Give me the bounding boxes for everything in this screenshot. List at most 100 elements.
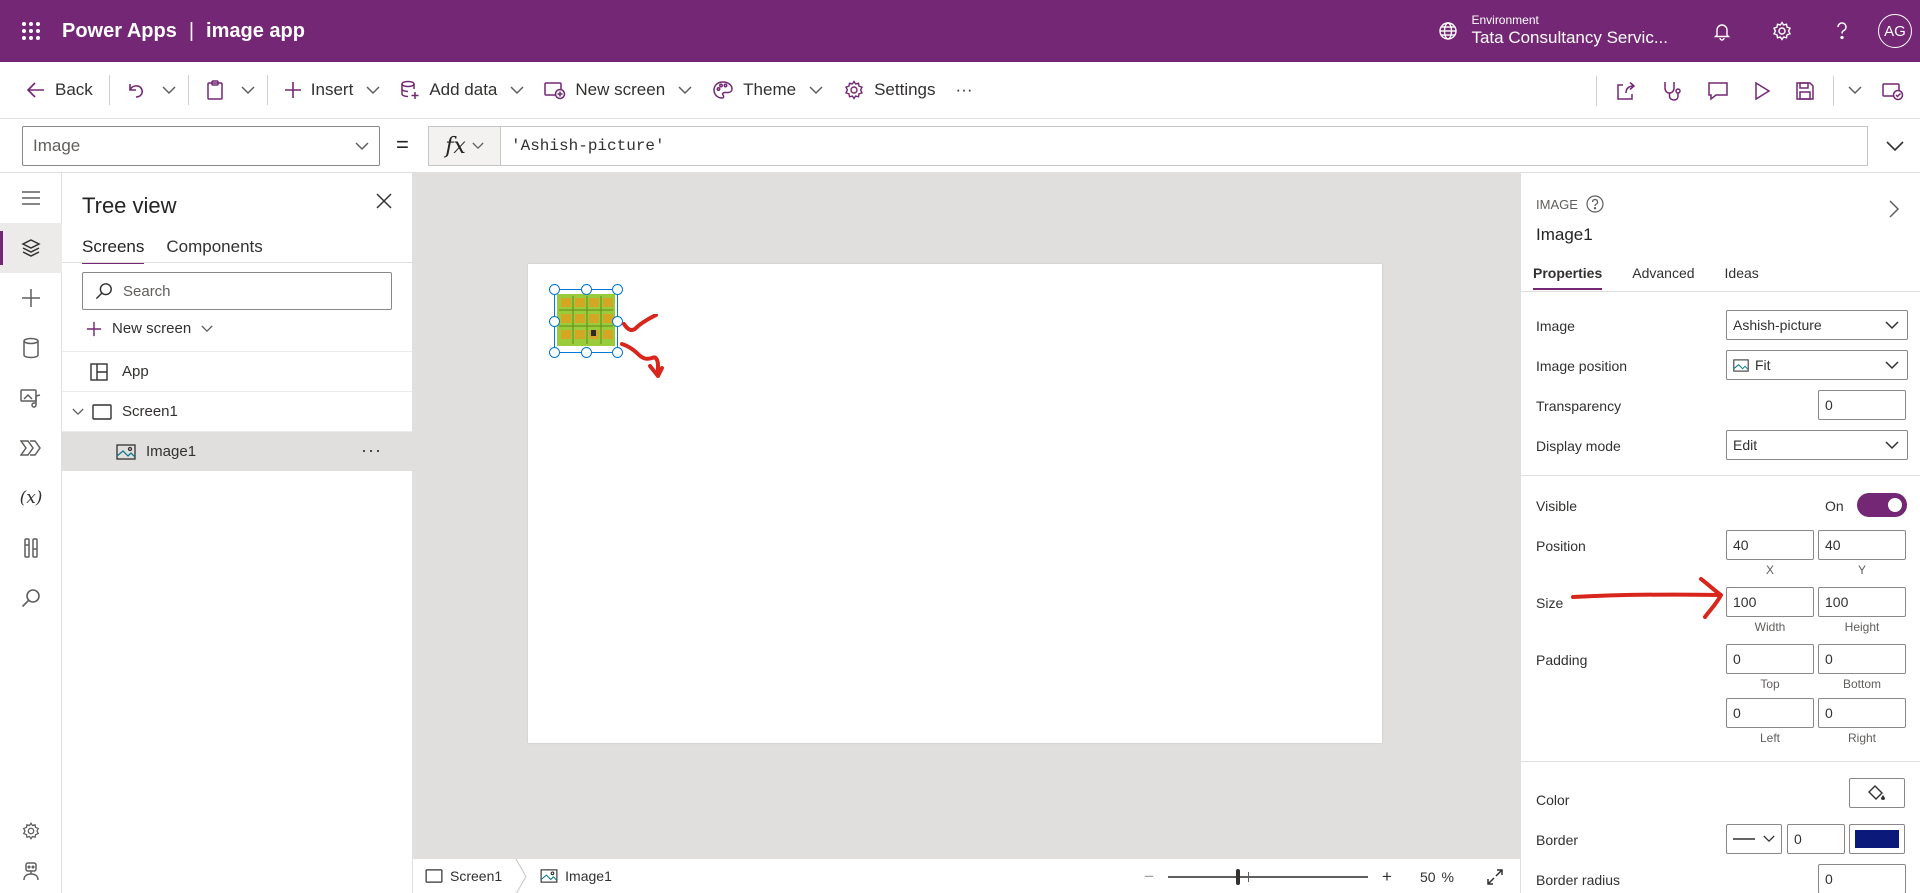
plus-icon	[284, 82, 301, 98]
height-input[interactable]: 100	[1818, 587, 1906, 617]
resize-handle[interactable]	[612, 316, 623, 327]
fx-button[interactable]: fx	[428, 126, 500, 166]
close-icon[interactable]	[376, 193, 392, 209]
preview-button[interactable]	[1741, 71, 1783, 111]
resize-handle[interactable]	[612, 284, 623, 295]
help-circle-icon[interactable]	[1586, 195, 1604, 213]
zoom-slider-tick	[1248, 871, 1250, 882]
settings-button[interactable]: Settings	[833, 70, 945, 110]
insert-button[interactable]: Insert	[274, 70, 391, 110]
breadcrumb-image1[interactable]: Image1	[528, 868, 624, 884]
save-menu-button[interactable]	[1840, 71, 1870, 111]
screen1-canvas[interactable]	[528, 264, 1382, 743]
tree-view-icon[interactable]	[0, 223, 62, 273]
app-checker-button[interactable]	[1649, 71, 1695, 111]
formula-input[interactable]: 'Ashish-picture'	[500, 126, 1868, 166]
settings-gear-icon[interactable]	[1752, 0, 1812, 62]
help-icon[interactable]	[1812, 0, 1872, 62]
insert-label: Insert	[310, 80, 354, 99]
border-color-swatch	[1855, 830, 1899, 848]
border-width-input[interactable]: 0	[1787, 824, 1845, 854]
image-property-dropdown[interactable]: Ashish-picture	[1726, 310, 1908, 340]
tab-components[interactable]: Components	[166, 237, 262, 264]
media-icon[interactable]	[0, 373, 62, 423]
resize-handle[interactable]	[549, 284, 560, 295]
resize-handle[interactable]	[612, 347, 623, 358]
publish-button[interactable]	[1870, 71, 1920, 111]
tree-item-screen1[interactable]: Screen1	[62, 391, 412, 431]
tab-properties[interactable]: Properties	[1533, 265, 1603, 290]
advanced-tools-icon[interactable]	[0, 523, 62, 573]
tree-search-input[interactable]: Search	[82, 272, 392, 310]
chevron-right-icon[interactable]	[1888, 199, 1900, 219]
environment-picker[interactable]: Environment Tata Consultancy Servic...	[1437, 14, 1668, 47]
data-cylinder-icon[interactable]	[0, 323, 62, 373]
tab-advanced[interactable]: Advanced	[1632, 265, 1694, 290]
padding-bottom-input[interactable]: 0	[1818, 644, 1906, 674]
transparency-input[interactable]: 0	[1818, 390, 1906, 420]
app-launcher-icon[interactable]	[0, 0, 62, 62]
border-style-dropdown[interactable]	[1726, 824, 1782, 854]
border-color-picker[interactable]	[1849, 824, 1905, 854]
tree-item-app[interactable]: App	[62, 351, 412, 391]
resize-handle[interactable]	[549, 316, 560, 327]
virtual-agent-icon[interactable]	[0, 846, 62, 893]
variables-icon[interactable]: (x)	[0, 473, 62, 523]
clipboard-icon	[207, 80, 223, 100]
undo-button[interactable]	[116, 70, 156, 110]
more-commands-button[interactable]: ···	[946, 70, 983, 110]
hamburger-menu-icon[interactable]	[0, 173, 62, 223]
screen-icon	[92, 403, 112, 420]
visible-toggle[interactable]	[1857, 493, 1907, 517]
zoom-slider[interactable]	[1168, 867, 1369, 887]
display-mode-dropdown[interactable]: Edit	[1726, 430, 1908, 460]
product-name[interactable]: Power Apps	[62, 20, 177, 43]
paste-button[interactable]	[195, 70, 235, 110]
zoom-in-button[interactable]: +	[1382, 867, 1392, 887]
share-button[interactable]	[1603, 71, 1649, 111]
padding-top-input[interactable]: 0	[1726, 644, 1814, 674]
new-screen-button[interactable]: New screen	[534, 70, 702, 110]
resize-handle[interactable]	[581, 284, 592, 295]
add-data-button[interactable]: Add data	[390, 70, 534, 110]
notifications-icon[interactable]	[1692, 0, 1752, 62]
padding-left-input[interactable]: 0	[1726, 698, 1814, 728]
insert-plus-icon[interactable]	[0, 273, 62, 323]
undo-menu-button[interactable]	[156, 70, 182, 110]
zoom-out-button[interactable]: −	[1144, 867, 1154, 887]
expand-formula-icon[interactable]	[1880, 133, 1910, 159]
property-dropdown[interactable]: Image	[22, 126, 380, 166]
user-avatar[interactable]: AG	[1878, 14, 1912, 48]
header-actions: Environment Tata Consultancy Servic... A…	[1437, 0, 1920, 62]
image-position-dropdown[interactable]: Fit	[1726, 350, 1908, 380]
power-automate-icon[interactable]	[0, 423, 62, 473]
color-picker[interactable]	[1849, 778, 1905, 808]
back-button[interactable]: Back	[16, 70, 103, 110]
width-input[interactable]: 100	[1726, 587, 1814, 617]
tree-new-screen-button[interactable]: New screen	[86, 320, 213, 337]
control-name[interactable]: Image1	[1536, 225, 1593, 245]
save-button[interactable]	[1783, 71, 1827, 111]
padding-right-input[interactable]: 0	[1818, 698, 1906, 728]
resize-handle[interactable]	[549, 347, 560, 358]
theme-button[interactable]: Theme	[702, 70, 833, 110]
chevron-down-icon	[1848, 86, 1862, 95]
more-options-button[interactable]: ···	[361, 440, 382, 461]
fit-to-window-icon[interactable]	[1486, 868, 1504, 886]
comments-button[interactable]	[1695, 71, 1741, 111]
tab-screens[interactable]: Screens	[82, 237, 145, 264]
position-y-input[interactable]: 40	[1818, 530, 1906, 560]
resize-handle[interactable]	[581, 347, 592, 358]
image-icon	[1733, 358, 1749, 372]
tab-ideas[interactable]: Ideas	[1725, 265, 1759, 290]
search-icon[interactable]	[0, 573, 62, 623]
image1-control[interactable]	[549, 284, 623, 358]
image-property-value: Ashish-picture	[1733, 317, 1822, 333]
breadcrumb-screen1[interactable]: Screen1	[413, 868, 514, 884]
paste-menu-button[interactable]	[235, 70, 261, 110]
position-x-input[interactable]: 40	[1726, 530, 1814, 560]
tree-item-image1[interactable]: Image1 ···	[62, 431, 412, 471]
app-name: image app	[206, 19, 305, 42]
zoom-slider-thumb[interactable]	[1236, 868, 1241, 885]
border-radius-input[interactable]: 0	[1818, 864, 1906, 893]
